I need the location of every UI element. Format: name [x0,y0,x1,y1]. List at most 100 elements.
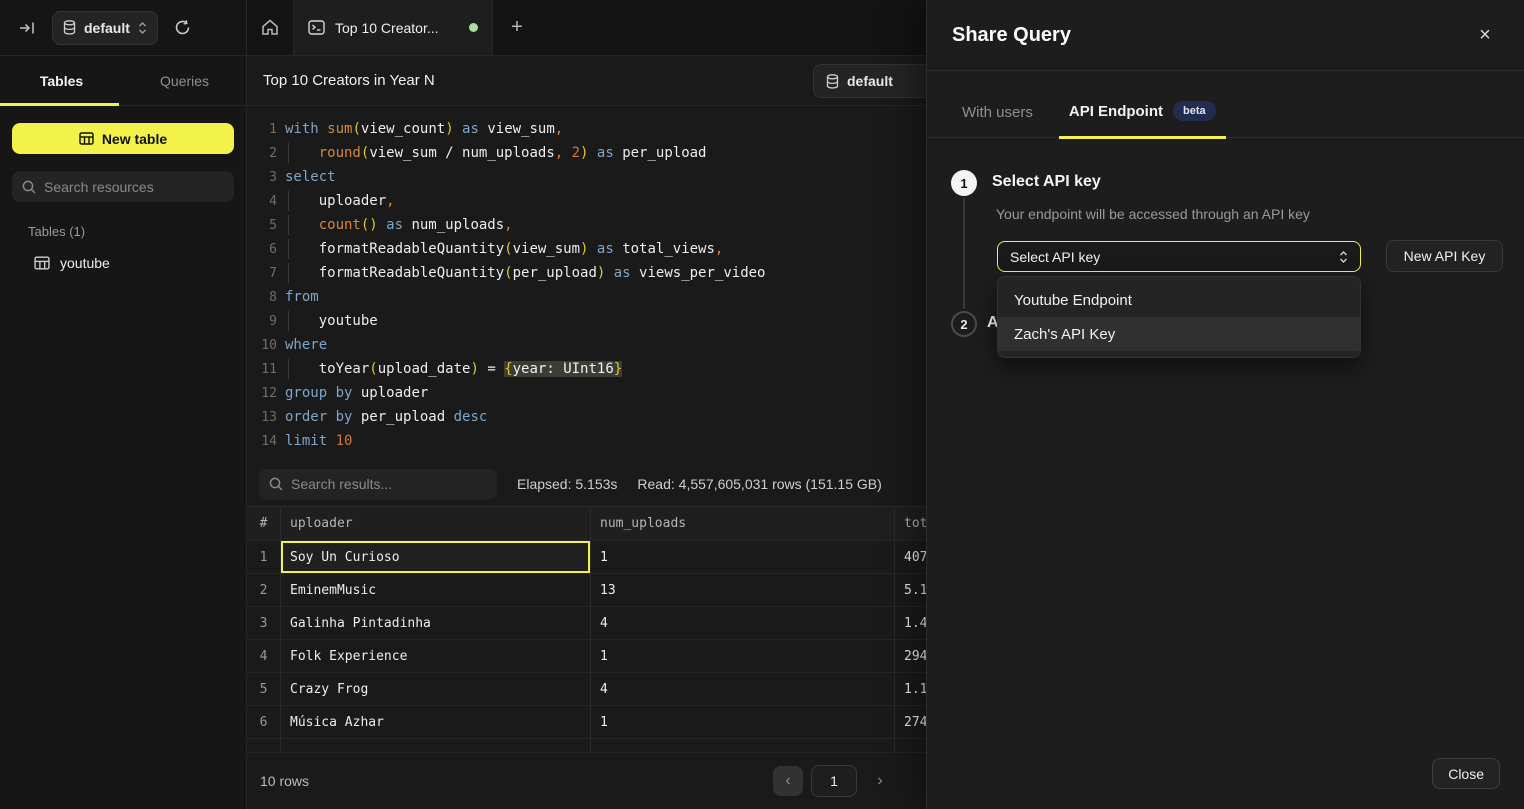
home-button[interactable] [247,0,293,55]
select-api-key-description: Your endpoint will be accessed through a… [996,206,1310,222]
code-text: toYear(upload_date) = {year: UInt16} [277,361,622,377]
table-cell[interactable]: 1 [591,706,895,738]
table-cell[interactable]: Folk Experience [281,640,591,672]
tab-queries[interactable]: Queries [123,56,246,105]
api-key-select[interactable]: Select API key [997,241,1361,272]
table-cell[interactable]: 3 [247,607,281,639]
results-search[interactable] [259,469,497,500]
code-text: uploader, [277,193,395,209]
close-icon[interactable]: × [1471,21,1499,49]
new-api-key-button[interactable]: New API Key [1386,240,1503,272]
code-text: count() as num_uploads, [277,217,513,233]
close-button[interactable]: Close [1432,758,1500,789]
api-key-menu-item[interactable]: Youtube Endpoint [998,283,1360,317]
next-page-button[interactable]: › [865,766,895,796]
search-icon [22,180,36,194]
terminal-icon [308,20,325,35]
line-number: 9 [247,314,277,329]
table-cell[interactable]: 1 [591,640,895,672]
code-text: youtube [277,313,378,329]
table-cell[interactable]: 4 [247,640,281,672]
unsaved-changes-dot [469,23,478,32]
line-number: 7 [247,266,277,281]
new-table-button[interactable]: New table [12,123,234,154]
query-database-value: default [847,73,893,89]
panel-body: 1 2 A Select API key Your endpoint will … [927,138,1524,739]
table-cell[interactable]: Galinha Pintadinha [281,607,591,639]
tab-tables[interactable]: Tables [0,56,123,105]
tab-api-endpoint[interactable]: API Endpoint beta [1069,101,1216,137]
query-tab[interactable]: Top 10 Creator... [293,0,493,55]
beta-badge: beta [1173,101,1216,121]
database-selector-value: default [84,20,130,36]
api-key-dropdown-menu: Youtube EndpointZach's API Key [997,276,1361,358]
sidebar-search-input[interactable] [44,179,224,195]
sidebar-search[interactable] [12,171,234,202]
code-text: group by uploader [277,385,428,401]
tab-api-endpoint-label: API Endpoint [1069,103,1163,120]
chevron-updown-icon [138,21,147,35]
table-cell[interactable]: 1 [591,541,895,573]
code-text: from [277,289,319,305]
collapse-sidebar-icon[interactable] [12,13,42,43]
database-icon [63,20,76,35]
table-icon [34,256,50,270]
table-cell[interactable]: 4 [591,673,895,705]
top-bar-left: default [0,0,247,55]
table-cell[interactable]: 6 [247,706,281,738]
code-text: select [277,169,336,185]
column-header[interactable]: num_uploads [591,507,895,540]
tab-with-users[interactable]: With users [962,104,1033,137]
read-stat: Read: 4,557,605,031 rows (151.15 GB) [637,476,881,492]
step-1-indicator: 1 [951,170,977,196]
api-key-select-value: Select API key [1010,249,1100,265]
code-text: formatReadableQuantity(per_upload) as vi… [277,265,765,281]
elapsed-stat: Elapsed: 5.153s [517,476,617,492]
code-text: where [277,337,327,353]
query-title: Top 10 Creators in Year N [263,72,435,89]
query-tab-title: Top 10 Creator... [335,20,459,36]
line-number: 6 [247,242,277,257]
line-number: 8 [247,290,277,305]
table-icon [79,132,94,145]
line-number: 13 [247,410,277,425]
refresh-icon[interactable] [168,13,198,43]
line-number: 11 [247,362,277,377]
table-cell[interactable]: 1 [247,541,281,573]
database-selector[interactable]: default [52,11,158,45]
table-cell[interactable]: 5 [247,673,281,705]
sidebar-item-youtube[interactable]: youtube [12,249,234,277]
column-header[interactable]: # [247,507,281,540]
api-key-menu-item[interactable]: Zach's API Key [998,317,1360,351]
table-cell[interactable]: Crazy Frog [281,673,591,705]
search-icon [269,477,283,491]
step-2-indicator: 2 [951,311,977,337]
table-cell[interactable]: 4 [591,607,895,639]
selected-cell[interactable]: Soy Un Curioso [281,541,591,573]
table-cell[interactable]: EminemMusic [281,574,591,606]
sidebar: Tables Queries New table Tables (1) [0,56,247,809]
table-cell[interactable]: 13 [591,574,895,606]
table-cell[interactable]: 2 [247,574,281,606]
code-text: with sum(view_count) as view_sum, [277,121,563,137]
column-header[interactable]: uploader [281,507,591,540]
row-count: 10 rows [260,773,309,789]
database-icon [826,74,839,89]
results-search-input[interactable] [291,476,487,492]
tab-with-users-label: With users [962,104,1033,121]
current-page[interactable]: 1 [811,765,857,797]
line-number: 12 [247,386,277,401]
panel-title: Share Query [952,24,1071,47]
table-cell[interactable]: Música Azhar [281,706,591,738]
sidebar-body: New table Tables (1) youtube [0,106,246,294]
new-tab-button[interactable]: + [493,0,541,55]
code-text: formatReadableQuantity(view_sum) as tota… [277,241,723,257]
pagination: ‹ 1 › [773,765,895,797]
line-number: 3 [247,170,277,185]
tables-section-label: Tables (1) [28,224,230,239]
sidebar-tabs: Tables Queries [0,56,246,106]
line-number: 5 [247,218,277,233]
code-text: limit 10 [277,433,352,449]
line-number: 14 [247,434,277,449]
prev-page-button[interactable]: ‹ [773,766,803,796]
